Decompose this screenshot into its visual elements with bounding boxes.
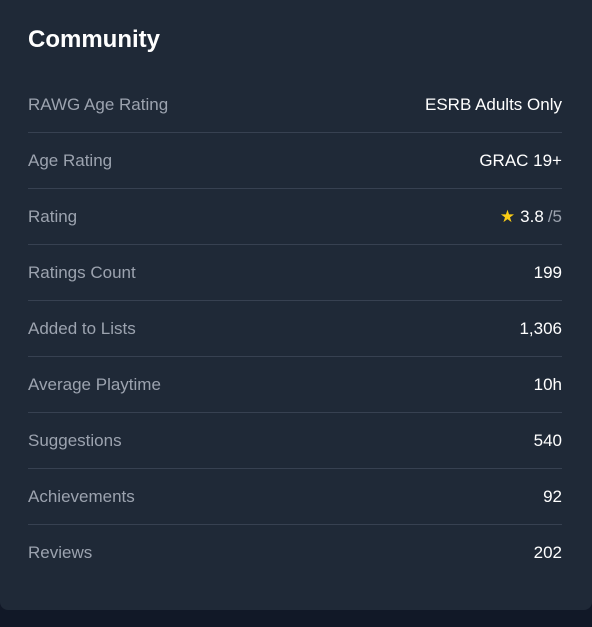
- rating-value: 3.8: [520, 206, 544, 226]
- stat-row-reviews: Reviews 202: [28, 525, 562, 581]
- stat-label: Achievements: [28, 486, 135, 506]
- rating-max: /5: [547, 206, 562, 226]
- stat-label: Ratings Count: [28, 262, 136, 282]
- stat-value: 1,306: [519, 318, 562, 338]
- stat-value-group: ★ 3.8/5: [500, 207, 562, 227]
- stat-value: 199: [533, 262, 562, 282]
- stat-label: Age Rating: [28, 150, 113, 170]
- stat-label: Average Playtime: [28, 374, 161, 394]
- stat-row-ratings-count: Ratings Count 199: [28, 245, 562, 301]
- stat-value: GRAC 19+: [479, 150, 562, 170]
- card-title: Community: [28, 26, 160, 53]
- stat-value: 92: [543, 486, 562, 506]
- stat-label: Reviews: [28, 543, 93, 562]
- community-card: Community RAWG Age Rating ESRB Adults On…: [0, 0, 592, 610]
- stat-row-rating: Rating ★ 3.8/5: [28, 189, 562, 245]
- stat-label: Suggestions: [28, 430, 122, 450]
- stat-label: RAWG Age Rating: [28, 94, 169, 114]
- stat-row-age-rating: Age Rating GRAC 19+: [28, 133, 562, 189]
- star-icon: ★: [499, 206, 516, 226]
- stat-row-suggestions: Suggestions 540: [28, 413, 562, 469]
- stat-value: 10h: [533, 374, 562, 394]
- stat-row-added-to-lists: Added to Lists 1,306: [28, 301, 562, 357]
- stats-list: RAWG Age Rating ESRB Adults Only Age Rat…: [28, 77, 562, 581]
- stat-value: 202: [533, 543, 562, 562]
- stat-row-achievements: Achievements 92: [28, 469, 562, 525]
- stat-value: 540: [533, 430, 562, 450]
- stat-label: Rating: [28, 206, 78, 226]
- stat-row-rawg-age-rating: RAWG Age Rating ESRB Adults Only: [28, 77, 562, 133]
- stat-label: Added to Lists: [28, 318, 136, 338]
- stat-value: ESRB Adults Only: [424, 94, 562, 114]
- stat-row-average-playtime: Average Playtime 10h: [28, 357, 562, 413]
